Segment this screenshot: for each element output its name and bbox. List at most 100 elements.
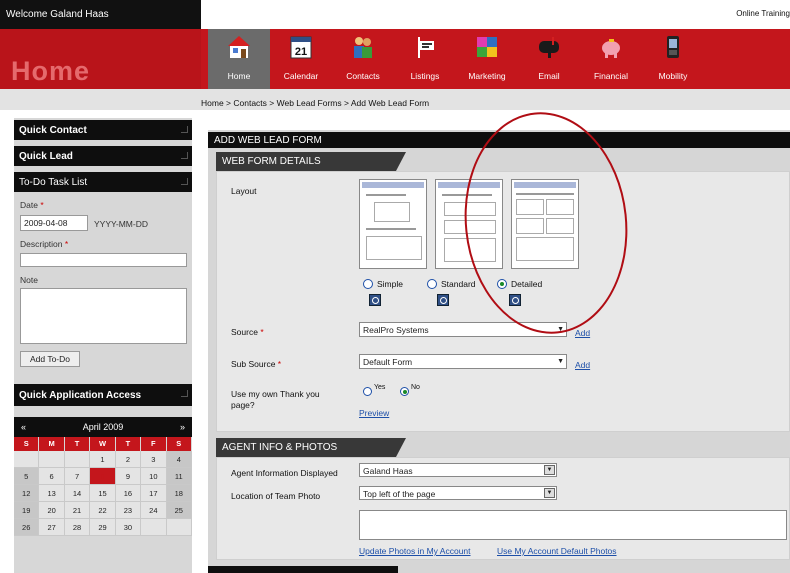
calendar-day[interactable]: 7 bbox=[64, 468, 91, 485]
thankyou-no-radio[interactable] bbox=[400, 387, 409, 396]
calendar-empty-cell bbox=[64, 451, 91, 468]
nav-email[interactable]: Email bbox=[518, 29, 580, 89]
layout-label: Layout bbox=[231, 186, 257, 196]
thankyou-label-line1: Use my own Thank you bbox=[231, 389, 320, 399]
calendar-day[interactable]: 13 bbox=[39, 485, 65, 502]
calendar-day[interactable]: 20 bbox=[39, 502, 65, 519]
layout-radio-detailed[interactable] bbox=[497, 279, 507, 289]
thankyou-yes-label: Yes bbox=[374, 384, 386, 391]
use-default-photos-link[interactable]: Use My Account Default Photos bbox=[497, 546, 617, 556]
calendar-day-header: F bbox=[141, 437, 167, 451]
calendar-day[interactable]: 29 bbox=[90, 519, 116, 536]
calendar-day[interactable]: 8 bbox=[90, 468, 116, 485]
nav-marketing[interactable]: Marketing bbox=[456, 29, 518, 89]
calendar-day[interactable]: 23 bbox=[115, 502, 142, 519]
layout-thumb-standard[interactable] bbox=[435, 179, 503, 269]
layout-thumb-detailed[interactable] bbox=[511, 179, 579, 269]
calendar-grid: S M T W T F S 1 2 3 4 5 6 7 8 9 10 11 12 13 14 15 16 17 18 19 20 21… bbox=[14, 437, 192, 536]
calendar-day[interactable]: 3 bbox=[141, 451, 167, 468]
quick-lead-header[interactable]: Quick Lead bbox=[14, 146, 192, 166]
calendar-icon: 21 bbox=[290, 36, 312, 59]
welcome-text: Welcome Galand Haas bbox=[0, 0, 201, 29]
calendar-day[interactable]: 14 bbox=[64, 485, 91, 502]
nav-contacts[interactable]: Contacts bbox=[332, 29, 394, 89]
calendar-day[interactable]: 16 bbox=[115, 485, 142, 502]
description-label: Description * bbox=[20, 239, 69, 249]
agent-info-label: Agent Information Displayed bbox=[231, 468, 338, 478]
calendar-day[interactable]: 24 bbox=[141, 502, 167, 519]
agent-info-select[interactable]: Galand Haas ▼ bbox=[359, 463, 557, 477]
phone-icon bbox=[667, 36, 679, 58]
calendar-day[interactable]: 22 bbox=[90, 502, 116, 519]
mini-calendar: « April 2009 » S M T W T F S 1 2 3 4 5 6 7 8 9 10 11 12 13 1… bbox=[14, 417, 192, 573]
online-training-link[interactable]: Online Training bbox=[736, 9, 790, 18]
calendar-day[interactable]: 9 bbox=[115, 468, 142, 485]
expand-icon bbox=[181, 152, 188, 159]
layout-standard-label: Standard bbox=[441, 279, 476, 289]
zoom-standard-icon[interactable] bbox=[437, 294, 449, 306]
calendar-day[interactable]: 2 bbox=[115, 451, 142, 468]
layout-detailed-label: Detailed bbox=[511, 279, 543, 289]
add-todo-button[interactable]: Add To-Do bbox=[20, 351, 80, 367]
quick-app-access-title: Quick Application Access bbox=[19, 390, 142, 401]
zoom-simple-icon[interactable] bbox=[369, 294, 381, 306]
calendar-day[interactable]: 15 bbox=[90, 485, 116, 502]
zoom-detailed-icon[interactable] bbox=[509, 294, 521, 306]
puzzle-icon bbox=[477, 37, 497, 57]
calendar-day[interactable]: 10 bbox=[141, 468, 167, 485]
calendar-day[interactable]: 28 bbox=[64, 519, 91, 536]
layout-radio-standard[interactable] bbox=[427, 279, 437, 289]
nav-financial[interactable]: Financial bbox=[580, 29, 642, 89]
team-photo-select[interactable]: Top left of the page ▼ bbox=[359, 486, 557, 500]
calendar-header: « April 2009 » bbox=[14, 417, 192, 437]
calendar-day[interactable]: 26 bbox=[14, 519, 40, 536]
calendar-day[interactable]: 19 bbox=[14, 502, 40, 519]
calendar-empty-cell bbox=[39, 451, 65, 468]
main-panel: ADD WEB LEAD FORM WEB FORM DETAILS Layou… bbox=[208, 130, 790, 573]
breadcrumb[interactable]: Home > Contacts > Web Lead Forms > Add W… bbox=[201, 98, 429, 108]
calendar-day[interactable]: 18 bbox=[166, 485, 192, 502]
calendar-next-button[interactable]: » bbox=[180, 422, 185, 432]
nav-listings-label: Listings bbox=[410, 71, 440, 81]
calendar-day[interactable]: 6 bbox=[39, 468, 65, 485]
dropdown-arrow-icon: ▼ bbox=[544, 488, 555, 498]
calendar-day-header: T bbox=[115, 437, 142, 451]
nav-home[interactable]: Home bbox=[208, 29, 270, 89]
description-input[interactable] bbox=[20, 253, 187, 267]
sub-source-select[interactable]: Default Form ▼ bbox=[359, 354, 567, 369]
app-header: Home Home 21 Calendar Contacts Listings … bbox=[0, 29, 790, 89]
nav-financial-label: Financial bbox=[593, 71, 629, 81]
calendar-day[interactable]: 17 bbox=[141, 485, 167, 502]
source-select[interactable]: RealPro Systems ▼ bbox=[359, 322, 567, 337]
calendar-day[interactable]: 4 bbox=[166, 451, 192, 468]
sub-source-label: Sub Source * bbox=[231, 359, 282, 369]
note-textarea[interactable] bbox=[20, 288, 187, 344]
calendar-day[interactable]: 21 bbox=[64, 502, 91, 519]
update-photos-link[interactable]: Update Photos in My Account bbox=[359, 546, 471, 556]
add-sub-source-link[interactable]: Add bbox=[575, 360, 590, 370]
calendar-day[interactable]: 27 bbox=[39, 519, 65, 536]
layout-thumb-simple[interactable] bbox=[359, 179, 427, 269]
nav-listings[interactable]: Listings bbox=[394, 29, 456, 89]
quick-contact-header[interactable]: Quick Contact bbox=[14, 120, 192, 140]
quick-app-access-header[interactable]: Quick Application Access bbox=[14, 384, 192, 406]
add-source-link[interactable]: Add bbox=[575, 328, 590, 338]
expand-icon bbox=[181, 126, 188, 133]
calendar-day[interactable]: 30 bbox=[115, 519, 142, 536]
people-icon bbox=[354, 37, 372, 58]
calendar-day[interactable]: 1 bbox=[90, 451, 116, 468]
section-title: ADD WEB LEAD FORM bbox=[208, 132, 790, 148]
date-input[interactable]: 2009-04-08 bbox=[20, 215, 88, 231]
todo-header[interactable]: To-Do Task List bbox=[14, 172, 192, 192]
calendar-day[interactable]: 11 bbox=[166, 468, 192, 485]
layout-radio-simple[interactable] bbox=[363, 279, 373, 289]
quick-contact-title: Quick Contact bbox=[19, 125, 87, 136]
calendar-day[interactable]: 25 bbox=[166, 502, 192, 519]
expand-icon bbox=[181, 178, 188, 185]
preview-link[interactable]: Preview bbox=[359, 408, 389, 418]
calendar-day[interactable]: 12 bbox=[14, 485, 40, 502]
calendar-day[interactable]: 5 bbox=[14, 468, 40, 485]
thankyou-yes-radio[interactable] bbox=[363, 387, 372, 396]
nav-mobility[interactable]: Mobility bbox=[642, 29, 704, 89]
nav-calendar[interactable]: 21 Calendar bbox=[270, 29, 332, 89]
